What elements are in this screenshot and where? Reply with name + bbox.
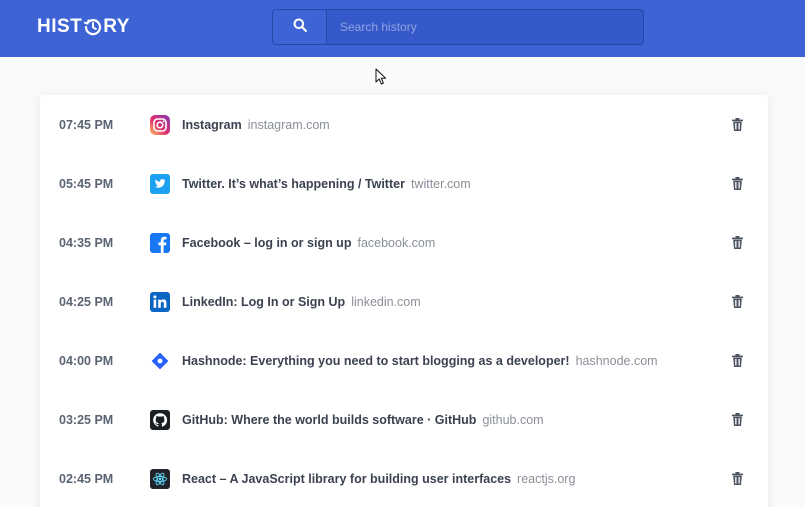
history-item-link[interactable]: Instagram instagram.com [182, 118, 330, 132]
delete-button[interactable] [730, 235, 744, 251]
page-domain: instagram.com [247, 117, 330, 132]
visit-time: 04:00 PM [59, 353, 114, 368]
clock-history-icon [83, 18, 102, 37]
trash-icon [731, 118, 743, 131]
history-item-link[interactable]: React – A JavaScript library for buildin… [182, 472, 575, 486]
search-icon [293, 18, 307, 37]
history-item-link[interactable]: LinkedIn: Log In or Sign Up linkedin.com [182, 295, 421, 309]
app-header: HIST RY [0, 0, 805, 57]
linkedin-icon [150, 291, 170, 312]
delete-button[interactable] [730, 353, 744, 369]
search-bar [272, 9, 644, 45]
history-item[interactable]: 02:45 PM React – A JavaScript library fo… [40, 449, 768, 507]
instagram-icon [150, 114, 170, 135]
search-button[interactable] [273, 10, 327, 44]
trash-icon [731, 472, 743, 485]
history-item-link[interactable]: Twitter. It’s what’s happening / Twitter… [182, 177, 471, 191]
page-domain: github.com [482, 412, 544, 427]
delete-button[interactable] [730, 412, 744, 428]
logo-text-start: HIST [37, 16, 83, 37]
twitter-icon [150, 173, 170, 194]
page-title: React – A JavaScript library for buildin… [182, 471, 512, 486]
visit-time: 03:25 PM [59, 412, 114, 427]
delete-button[interactable] [730, 117, 744, 133]
page-title: Twitter. It’s what’s happening / Twitter [182, 176, 405, 191]
hashnode-icon [150, 351, 170, 371]
trash-icon [731, 177, 743, 190]
page-domain: facebook.com [357, 235, 436, 250]
page-domain: linkedin.com [351, 294, 421, 309]
visit-time: 04:25 PM [59, 294, 114, 309]
history-list: 07:45 PM Instagram instagram.com 05:45 P… [40, 95, 768, 507]
delete-button[interactable] [730, 471, 744, 487]
history-item-link[interactable]: Hashnode: Everything you need to start b… [182, 354, 658, 368]
logo-text-end: RY [103, 16, 130, 37]
visit-time: 04:35 PM [59, 235, 114, 250]
history-item[interactable]: 07:45 PM Instagram instagram.com [40, 95, 768, 154]
trash-icon [731, 413, 743, 426]
visit-time: 07:45 PM [59, 117, 114, 132]
delete-button[interactable] [730, 176, 744, 192]
search-input[interactable] [327, 10, 643, 44]
page-domain: twitter.com [410, 176, 471, 191]
github-icon [150, 409, 170, 430]
history-item[interactable]: 04:25 PM LinkedIn: Log In or Sign Up lin… [40, 272, 768, 331]
app-logo[interactable]: HIST RY [37, 16, 130, 38]
history-item[interactable]: 04:00 PM Hashnode: Everything you need t… [40, 331, 768, 390]
page-title: Facebook – log in or sign up [182, 235, 352, 250]
react-icon [150, 468, 170, 489]
history-item[interactable]: 05:45 PM Twitter. It’s what’s happening … [40, 154, 768, 213]
page-title: LinkedIn: Log In or Sign Up [182, 294, 346, 309]
history-item[interactable]: 03:25 PM GitHub: Where the world builds … [40, 390, 768, 449]
history-item[interactable]: 04:35 PM Facebook – log in or sign up fa… [40, 213, 768, 272]
delete-button[interactable] [730, 294, 744, 310]
page-domain: reactjs.org [517, 471, 576, 486]
trash-icon [731, 236, 743, 249]
visit-time: 02:45 PM [59, 471, 114, 486]
mouse-cursor-icon [375, 68, 387, 85]
trash-icon [731, 295, 743, 308]
page-title: Hashnode: Everything you need to start b… [182, 353, 570, 368]
page-title: GitHub: Where the world builds software … [182, 412, 477, 427]
history-item-link[interactable]: Facebook – log in or sign up facebook.co… [182, 236, 435, 250]
trash-icon [731, 354, 743, 367]
visit-time: 05:45 PM [59, 176, 114, 191]
page-domain: hashnode.com [575, 353, 658, 368]
history-item-link[interactable]: GitHub: Where the world builds software … [182, 413, 544, 427]
page-title: Instagram [182, 117, 242, 132]
facebook-icon [150, 232, 170, 253]
